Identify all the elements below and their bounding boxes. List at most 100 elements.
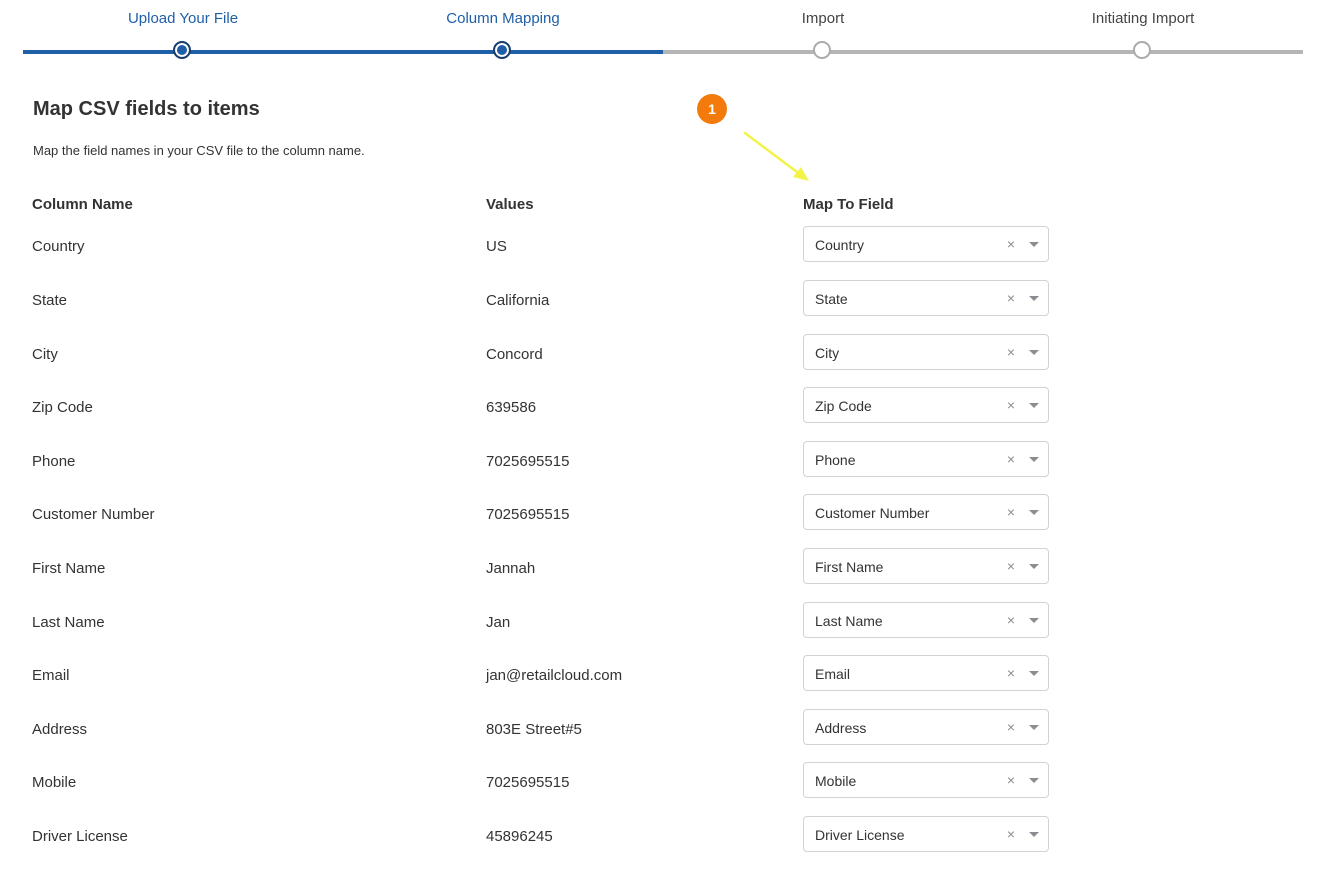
column-name-cell: Customer Number: [32, 506, 155, 523]
select-value: Email: [815, 666, 851, 682]
step-import-dot[interactable]: [813, 41, 831, 59]
stepper-progress: [23, 50, 663, 54]
chevron-down-icon[interactable]: [1029, 671, 1039, 676]
column-name-cell: Email: [32, 667, 70, 684]
chevron-down-icon[interactable]: [1029, 242, 1039, 247]
select-value: Phone: [815, 452, 856, 468]
select-value: Driver License: [815, 827, 905, 843]
map-field-select[interactable]: Country ×: [803, 226, 1049, 262]
step-column-mapping-dot[interactable]: [493, 41, 511, 59]
column-name-cell: First Name: [32, 560, 106, 577]
column-name-cell: Country: [32, 238, 85, 255]
select-value: Last Name: [815, 613, 883, 629]
select-value: Mobile: [815, 773, 857, 789]
value-cell: jan@retailcloud.com: [486, 667, 623, 684]
value-cell: Jan: [486, 614, 511, 631]
value-cell: 45896245: [486, 828, 553, 845]
value-cell: 7025695515: [486, 453, 570, 470]
page-title: Map CSV fields to items: [33, 98, 260, 120]
clear-icon[interactable]: ×: [1007, 344, 1015, 360]
clear-icon[interactable]: ×: [1007, 558, 1015, 574]
clear-icon[interactable]: ×: [1007, 236, 1015, 252]
table-row: Mobile 7025695515 Mobile ×: [0, 762, 1318, 828]
values-header: Values: [486, 196, 534, 213]
column-name-cell: Address: [32, 721, 88, 738]
clear-icon[interactable]: ×: [1007, 290, 1015, 306]
map-field-select[interactable]: Address ×: [803, 709, 1049, 745]
chevron-down-icon[interactable]: [1029, 832, 1039, 837]
column-name-header: Column Name: [32, 196, 133, 213]
table-row: Address 803E Street#5 Address ×: [0, 709, 1318, 775]
step-upload-dot[interactable]: [173, 41, 191, 59]
table-row: Phone 7025695515 Phone ×: [0, 441, 1318, 507]
column-name-cell: Zip Code: [32, 399, 93, 416]
map-field-select[interactable]: State ×: [803, 280, 1049, 316]
chevron-down-icon[interactable]: [1029, 296, 1039, 301]
import-stepper: Upload Your File Column Mapping Import I…: [0, 0, 1318, 70]
chevron-down-icon[interactable]: [1029, 725, 1039, 730]
table-row: Customer Number 7025695515 Customer Numb…: [0, 494, 1318, 560]
select-value: Zip Code: [815, 398, 872, 414]
value-cell: Concord: [486, 346, 543, 363]
map-field-select[interactable]: Driver License ×: [803, 816, 1049, 852]
table-row: Email jan@retailcloud.com Email ×: [0, 655, 1318, 721]
select-value: State: [815, 291, 848, 307]
clear-icon[interactable]: ×: [1007, 397, 1015, 413]
map-field-select[interactable]: First Name ×: [803, 548, 1049, 584]
map-field-select[interactable]: City ×: [803, 334, 1049, 370]
chevron-down-icon[interactable]: [1029, 618, 1039, 623]
table-row: City Concord City ×: [0, 334, 1318, 400]
map-to-field-header: Map To Field: [803, 196, 894, 213]
callout-arrow-icon: [743, 131, 809, 181]
select-value: City: [815, 345, 840, 361]
map-field-select[interactable]: Email ×: [803, 655, 1049, 691]
map-field-select[interactable]: Customer Number ×: [803, 494, 1049, 530]
clear-icon[interactable]: ×: [1007, 451, 1015, 467]
column-name-cell: Mobile: [32, 774, 77, 791]
chevron-down-icon[interactable]: [1029, 510, 1039, 515]
chevron-down-icon[interactable]: [1029, 564, 1039, 569]
clear-icon[interactable]: ×: [1007, 665, 1015, 681]
table-row: Country US Country ×: [0, 226, 1318, 292]
table-row: State California State ×: [0, 280, 1318, 346]
chevron-down-icon[interactable]: [1029, 778, 1039, 783]
value-cell: California: [486, 292, 550, 309]
map-field-select[interactable]: Mobile ×: [803, 762, 1049, 798]
table-row: Driver License 45896245 Driver License ×: [0, 816, 1318, 882]
value-cell: Jannah: [486, 560, 536, 577]
column-name-cell: State: [32, 292, 68, 309]
map-field-select[interactable]: Last Name ×: [803, 602, 1049, 638]
clear-icon[interactable]: ×: [1007, 772, 1015, 788]
clear-icon[interactable]: ×: [1007, 504, 1015, 520]
table-row: Zip Code 639586 Zip Code ×: [0, 387, 1318, 453]
step-initiating-import-label[interactable]: Initiating Import: [1092, 10, 1195, 27]
table-row: Last Name Jan Last Name ×: [0, 602, 1318, 668]
map-field-select[interactable]: Zip Code ×: [803, 387, 1049, 423]
column-name-cell: Last Name: [32, 614, 105, 631]
chevron-down-icon[interactable]: [1029, 403, 1039, 408]
chevron-down-icon[interactable]: [1029, 350, 1039, 355]
select-value: First Name: [815, 559, 884, 575]
column-name-cell: City: [32, 346, 58, 363]
value-cell: 7025695515: [486, 774, 570, 791]
column-name-cell: Phone: [32, 453, 76, 470]
step-column-mapping-label[interactable]: Column Mapping: [446, 10, 559, 27]
step-upload-label[interactable]: Upload Your File: [128, 10, 238, 27]
chevron-down-icon[interactable]: [1029, 457, 1039, 462]
clear-icon[interactable]: ×: [1007, 719, 1015, 735]
select-value: Customer Number: [815, 505, 930, 521]
column-name-cell: Driver License: [32, 828, 128, 845]
value-cell: 7025695515: [486, 506, 570, 523]
value-cell: US: [486, 238, 507, 255]
select-value: Address: [815, 720, 867, 736]
step-import-label[interactable]: Import: [802, 10, 845, 27]
value-cell: 803E Street#5: [486, 721, 582, 738]
step-initiating-import-dot[interactable]: [1133, 41, 1151, 59]
clear-icon[interactable]: ×: [1007, 826, 1015, 842]
map-field-select[interactable]: Phone ×: [803, 441, 1049, 477]
select-value: Country: [815, 237, 865, 253]
clear-icon[interactable]: ×: [1007, 612, 1015, 628]
page-subtitle: Map the field names in your CSV file to …: [33, 143, 365, 158]
value-cell: 639586: [486, 399, 537, 416]
callout-badge: 1: [697, 94, 727, 124]
